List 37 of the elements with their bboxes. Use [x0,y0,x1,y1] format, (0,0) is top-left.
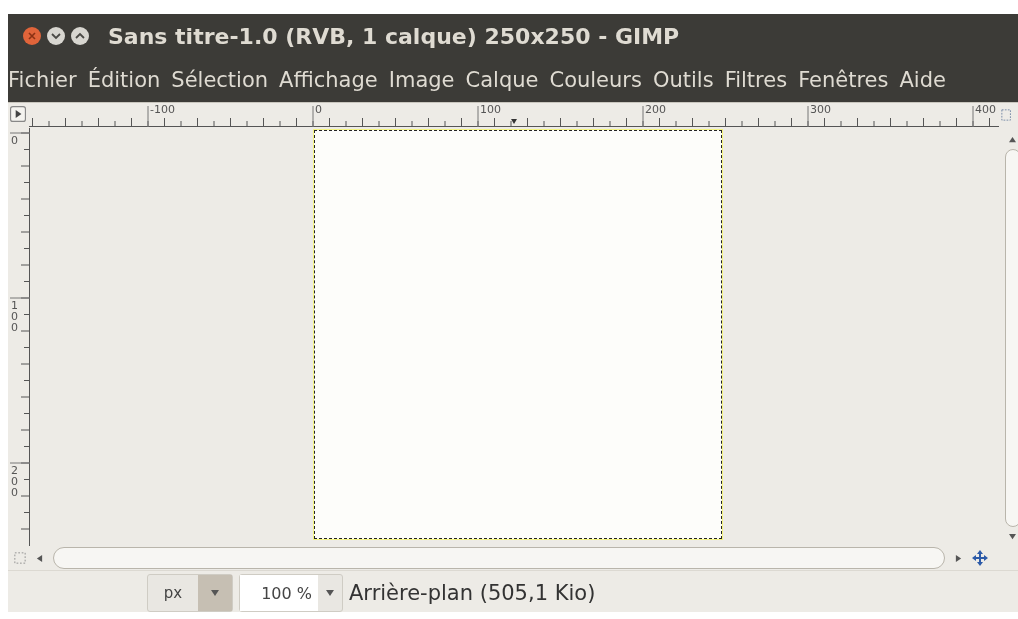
menu-item[interactable]: Fichier [8,68,77,92]
menu-item[interactable]: Sélection [171,68,269,92]
menu-item[interactable]: Image [388,68,455,92]
menu-item[interactable]: Outils [652,68,714,92]
menu-item[interactable]: Fenêtres [798,68,889,92]
ruler-label: 200 [645,103,666,116]
menu-item[interactable]: Couleurs [549,68,642,92]
menu-item[interactable]: Aide [899,68,946,92]
unit-dropdown[interactable]: px [147,574,233,612]
minimize-icon[interactable] [46,26,66,46]
ruler-menu-icon[interactable] [10,106,26,122]
scroll-down-icon[interactable] [1007,533,1017,540]
menu-item[interactable]: Filtres [724,68,788,92]
ruler-label: 200 [11,465,19,498]
horizontal-scrollbar-thumb[interactable] [53,547,945,569]
layer-info: Arrière-plan (505,1 Kio) [349,581,596,605]
ruler-label: 400 [975,103,996,116]
ruler-label: 100 [480,103,501,116]
ruler-label: -100 [150,103,175,116]
ruler-label: 0 [11,135,19,146]
ruler-label: 300 [810,103,831,116]
scroll-right-icon[interactable] [955,553,962,563]
menu-item[interactable]: Édition [87,68,161,92]
zoom-field[interactable]: 100 % [239,574,343,612]
vertical-scrollbar-thumb[interactable] [1005,149,1018,527]
dropdown-arrow-icon [325,589,335,597]
close-icon[interactable] [22,26,42,46]
scroll-up-icon[interactable] [1007,136,1017,143]
scroll-left-icon[interactable] [36,553,43,563]
menu-item[interactable]: Calque [465,68,539,92]
menu-item[interactable]: Affichage [279,68,378,92]
maximize-icon[interactable] [70,26,90,46]
navigate-icon[interactable] [972,550,988,566]
ruler-label: 0 [315,103,322,116]
window-title: Sans titre-1.0 (RVB, 1 calque) 250x250 - GIMP [108,23,680,49]
ruler-label: 100 [11,300,19,333]
dropdown-arrow-icon [210,589,220,597]
